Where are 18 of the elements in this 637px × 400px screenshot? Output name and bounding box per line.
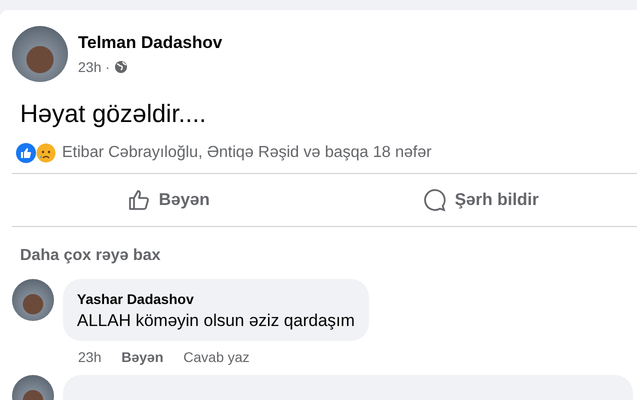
avatar[interactable] — [12, 279, 54, 321]
globe-icon — [114, 60, 128, 74]
speech-bubble-icon — [422, 188, 447, 212]
thumbs-up-icon — [126, 188, 151, 212]
post-text: Həyat gözəldir.... — [20, 100, 208, 129]
sad-reaction-icon — [36, 143, 56, 163]
comment-author[interactable]: Yashar Dadashov — [77, 291, 355, 307]
reactions-summary[interactable]: Etibar Cəbrayıloğlu, Əntiqə Rəşid və başqa 18 nəfər — [62, 144, 432, 162]
like-button[interactable]: Bəyən — [12, 187, 324, 213]
comment-time[interactable]: 23h — [78, 349, 102, 365]
comment-button[interactable]: Şərh bildir — [324, 187, 637, 213]
author-name[interactable]: Telman Dadashov — [78, 33, 222, 53]
comment-text: ALLAH köməyin olsun əziz qardaşım — [77, 311, 355, 331]
like-link[interactable]: Bəyən — [121, 349, 164, 365]
more-comments-link[interactable]: Daha çox rəyə bax — [20, 247, 637, 265]
like-reaction-icon — [16, 143, 36, 163]
reply-link[interactable]: Cavab yaz — [183, 349, 250, 365]
post-time[interactable]: 23h · — [78, 59, 110, 75]
